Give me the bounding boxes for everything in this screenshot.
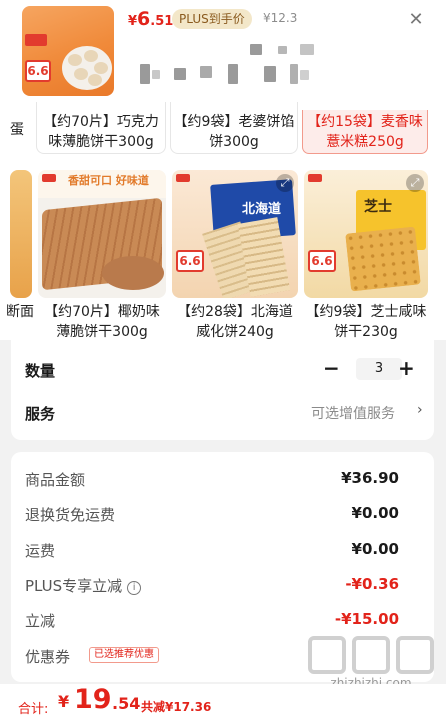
- fee-label-coupon: 优惠券: [25, 648, 71, 666]
- total-label: 合计:: [18, 702, 49, 717]
- quantity-plus-button[interactable]: +: [398, 358, 415, 378]
- thumb-price-tag: 6.6: [25, 60, 51, 82]
- quantity-service-panel: 数量 − 3 + 服务 可选增值服务 ›: [11, 340, 434, 440]
- total-savings: 共减¥17.36: [141, 700, 212, 714]
- product-8-price-tag: 6.6: [308, 250, 336, 272]
- product-option-2[interactable]: 【约70片】巧克力味薄脆饼干300g: [38, 112, 164, 152]
- fee-label-shipping: 运费: [25, 542, 56, 560]
- original-price: ¥12.3: [263, 11, 298, 25]
- zoom-icon[interactable]: ⤢: [406, 174, 424, 192]
- info-icon[interactable]: i: [127, 581, 142, 595]
- total-amount-dec: .54: [112, 694, 141, 713]
- product-image-5[interactable]: [10, 170, 32, 298]
- fee-value-plus-discount: -¥0.36: [345, 575, 399, 593]
- product-option-8[interactable]: 【约9袋】芝士咸味饼干230g: [304, 302, 428, 342]
- product-option-3[interactable]: 【约9袋】老婆饼馅饼300g: [172, 112, 296, 152]
- chevron-right-icon[interactable]: ›: [417, 402, 423, 418]
- product-header: 6.6 ¥6.51 PLUS到手价 ¥12.3 ✕: [0, 0, 446, 110]
- product-7-price-tag: 6.6: [176, 250, 204, 272]
- product-7-banner: 北海道: [242, 202, 282, 217]
- brand-logo: [25, 34, 47, 46]
- fee-label-instant-discount: 立减: [25, 612, 56, 630]
- product-option-1[interactable]: 蛋: [10, 120, 30, 140]
- fee-value-shipping: ¥0.00: [351, 540, 399, 558]
- total-currency: ¥: [58, 692, 70, 711]
- cake-plate: [62, 46, 112, 90]
- fee-label-return-shipping: 退换货免运费: [25, 506, 116, 524]
- zoom-icon[interactable]: ⤢: [276, 174, 294, 192]
- current-price: ¥6.51: [128, 8, 174, 30]
- fee-value-return-shipping: ¥0.00: [351, 504, 399, 522]
- product-option-7[interactable]: 【约28袋】北海道威化饼240g: [172, 302, 298, 342]
- fee-value-instant-discount: -¥15.00: [334, 610, 399, 628]
- product-thumbnail: 6.6: [22, 6, 114, 96]
- service-select[interactable]: 可选增值服务: [311, 403, 395, 423]
- product-6-banner: 香甜可口 好味道: [68, 174, 149, 187]
- product-option-5[interactable]: 断面: [6, 302, 36, 322]
- product-option-grid: 蛋 【约70片】巧克力味薄脆饼干300g 【约9袋】老婆饼馅饼300g 【约15…: [0, 102, 446, 342]
- product-image-8[interactable]: 芝士 6.6 ⤢: [304, 170, 428, 298]
- checkout-bar: 合计: ¥ 19 .54 共减¥17.36: [0, 684, 446, 720]
- coupon-recommend-badge[interactable]: 已选推荐优惠: [89, 647, 159, 663]
- watermark: zhizhizhi.com: [308, 630, 434, 690]
- service-label: 服务: [25, 405, 56, 423]
- fee-label-plus-discount: PLUS专享立减 i: [25, 575, 142, 596]
- product-option-6[interactable]: 【约70片】椰奶味薄脆饼干300g: [38, 302, 166, 342]
- quantity-minus-button[interactable]: −: [323, 358, 340, 378]
- order-confirm-sheet: 6.6 ¥6.51 PLUS到手价 ¥12.3 ✕ 蛋 【约70片】巧克力味薄脆…: [0, 0, 446, 720]
- product-image-6[interactable]: 香甜可口 好味道: [38, 170, 166, 298]
- fee-value-goods: ¥36.90: [341, 469, 399, 487]
- fee-label-goods: 商品金额: [25, 471, 86, 489]
- quantity-label: 数量: [25, 362, 56, 380]
- close-icon[interactable]: ✕: [406, 10, 426, 30]
- total-amount-int: 19: [74, 684, 112, 715]
- quantity-input[interactable]: 3: [356, 358, 402, 380]
- product-image-7[interactable]: 北海道 6.6 ⤢: [172, 170, 298, 298]
- product-option-4-selected[interactable]: 【约15袋】麦香味薏米糕250g: [302, 110, 428, 154]
- plus-price-badge: PLUS到手价: [172, 9, 252, 29]
- product-8-banner: 芝士: [364, 199, 392, 215]
